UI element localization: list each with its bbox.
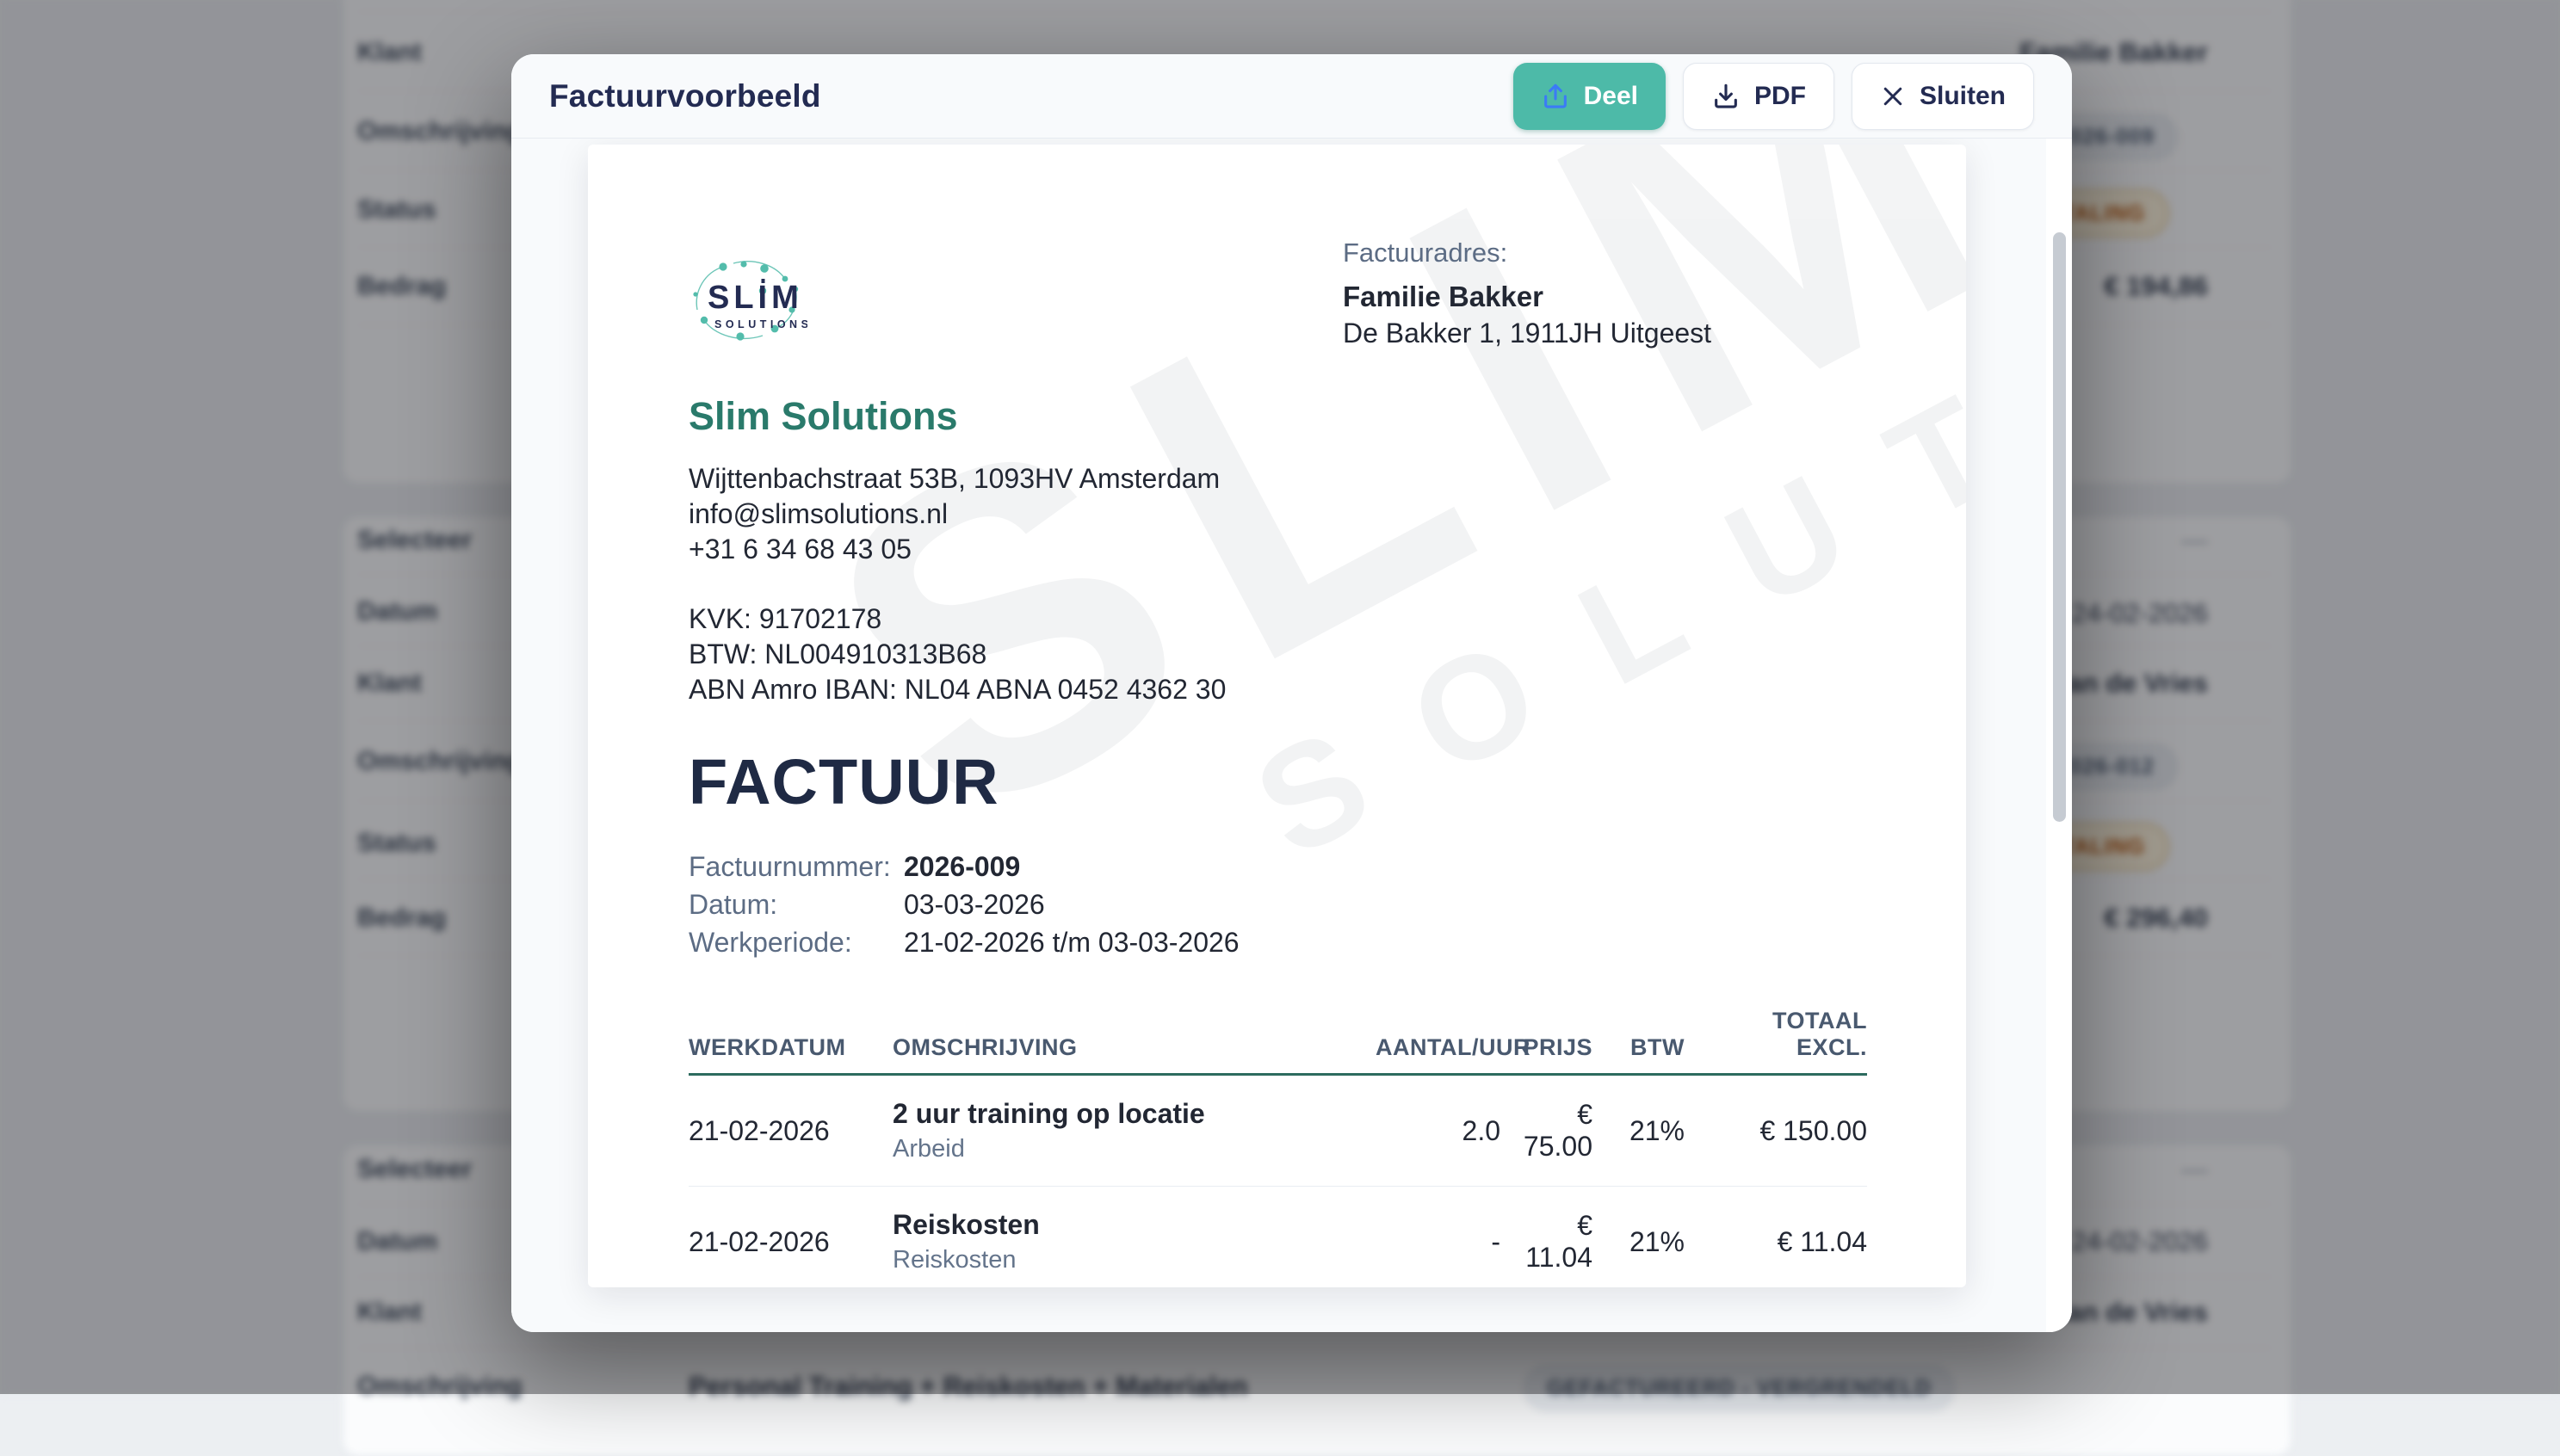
- modal-header: Factuurvoorbeeld Deel: [511, 54, 2072, 139]
- cell-prijs: € 11.04: [1511, 1210, 1592, 1274]
- close-icon: [1880, 83, 1906, 109]
- item-description: Reiskosten: [893, 1209, 1365, 1241]
- invoice-heading: FACTUUR: [689, 745, 1240, 818]
- billing-address-label: Factuuradres:: [1343, 238, 1711, 268]
- invoice-date-row: Datum: 03-03-2026: [689, 885, 1240, 923]
- company-kvk: KVK: 91702178: [689, 602, 1226, 637]
- company-name: Slim Solutions: [689, 394, 1226, 439]
- work-period-value: 21-02-2026 t/m 03-03-2026: [904, 923, 1240, 961]
- company-iban: ABN Amro IBAN: NL04 ABNA 0452 4362 30: [689, 672, 1226, 707]
- modal-header-buttons: Deel PDF Sluiten: [1513, 63, 2034, 130]
- cell-werkdatum: 21-02-2026: [689, 1226, 882, 1258]
- item-category: Arbeid: [893, 1135, 1365, 1163]
- company-phone: +31 6 34 68 43 05: [689, 532, 1226, 567]
- header-omschrijving: OMSCHRIJVING: [893, 1034, 1365, 1061]
- cell-omschrijving: Reiskosten Reiskosten: [893, 1209, 1365, 1274]
- table-row: 21-02-2026 Reiskosten Reiskosten - € 11.…: [689, 1187, 1867, 1287]
- work-period-row: Werkperiode: 21-02-2026 t/m 03-03-2026: [689, 923, 1240, 961]
- cell-prijs: € 75.00: [1511, 1099, 1592, 1163]
- cell-aantal: -: [1376, 1226, 1500, 1258]
- header-werkdatum: WERKDATUM: [689, 1034, 882, 1061]
- invoice-number-value: 2026-009: [904, 848, 1020, 885]
- header-aantal-uur: AANTAL/UUR: [1376, 1034, 1500, 1061]
- modal-scrollbar-thumb[interactable]: [2053, 232, 2066, 822]
- item-description: 2 uur training op locatie: [893, 1098, 1365, 1130]
- header-btw: BTW: [1603, 1034, 1685, 1061]
- cell-aantal: 2.0: [1376, 1115, 1500, 1147]
- invoice-number-label: Factuurnummer:: [689, 848, 904, 885]
- cell-werkdatum: 21-02-2026: [689, 1115, 882, 1147]
- invoice-number-row: Factuurnummer: 2026-009: [689, 848, 1240, 885]
- header-totaal-excl: TOTAAL EXCL.: [1695, 1008, 1867, 1061]
- svg-text:SOLUTIONS: SOLUTIONS: [714, 318, 807, 330]
- download-icon: [1711, 82, 1741, 111]
- item-category: Reiskosten: [893, 1246, 1365, 1274]
- work-period-label: Werkperiode:: [689, 923, 904, 961]
- company-email: info@slimsolutions.nl: [689, 497, 1226, 532]
- line-items-table: WERKDATUM OMSCHRIJVING AANTAL/UUR PRIJS …: [689, 1008, 1867, 1287]
- share-icon: [1541, 82, 1570, 111]
- invoice-preview-modal: Factuurvoorbeeld Deel: [511, 54, 2072, 1332]
- cell-totaal: € 150.00: [1695, 1115, 1867, 1147]
- modal-title: Factuurvoorbeeld: [549, 78, 821, 114]
- billing-address-block: Factuuradres: Familie Bakker De Bakker 1…: [1343, 238, 1711, 349]
- close-button-label: Sluiten: [1920, 82, 2006, 111]
- invoice-document: SLIM SOLUTIONS: [588, 145, 1966, 1287]
- billing-name: Familie Bakker: [1343, 281, 1711, 313]
- company-logo: SLIM SOLUTIONS: [689, 256, 807, 347]
- invoice-date-value: 03-03-2026: [904, 885, 1045, 923]
- close-button[interactable]: Sluiten: [1852, 63, 2034, 130]
- cell-omschrijving: 2 uur training op locatie Arbeid: [893, 1098, 1365, 1163]
- invoice-heading-block: FACTUUR Factuurnummer: 2026-009 Datum: 0…: [689, 745, 1240, 961]
- invoice-date-label: Datum:: [689, 885, 904, 923]
- modal-body: SLIM SOLUTIONS: [511, 139, 2072, 1332]
- table-header-row: WERKDATUM OMSCHRIJVING AANTAL/UUR PRIJS …: [689, 1008, 1867, 1076]
- cell-btw: 21%: [1603, 1226, 1685, 1258]
- company-info-block: Slim Solutions Wijttenbachstraat 53B, 10…: [689, 394, 1226, 707]
- modal-scrollbar-track[interactable]: [2046, 139, 2072, 1332]
- pdf-button-label: PDF: [1754, 82, 1806, 111]
- table-row: 21-02-2026 2 uur training op locatie Arb…: [689, 1076, 1867, 1187]
- pdf-download-button[interactable]: PDF: [1683, 63, 1834, 130]
- cell-totaal: € 11.04: [1695, 1226, 1867, 1258]
- cell-btw: 21%: [1603, 1115, 1685, 1147]
- company-address: Wijttenbachstraat 53B, 1093HV Amsterdam: [689, 461, 1226, 497]
- share-button[interactable]: Deel: [1513, 63, 1666, 130]
- billing-street: De Bakker 1, 1911JH Uitgeest: [1343, 318, 1711, 349]
- header-prijs: PRIJS: [1511, 1034, 1592, 1061]
- share-button-label: Deel: [1584, 82, 1638, 111]
- svg-text:SLIM: SLIM: [708, 280, 803, 316]
- company-btw: BTW: NL004910313B68: [689, 637, 1226, 672]
